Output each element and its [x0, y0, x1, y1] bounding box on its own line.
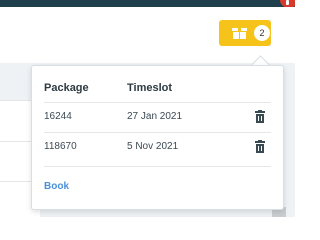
table-divider — [44, 132, 271, 133]
table-row: 118670 5 Nov 2021 — [44, 134, 271, 160]
package-column-header: Package — [44, 82, 89, 94]
table-row: 16244 27 Jan 2021 — [44, 104, 271, 130]
book-link[interactable]: Book — [44, 181, 69, 192]
delete-item-button[interactable] — [254, 140, 266, 153]
top-navigation-bar — [0, 0, 295, 7]
timeslot-date: 27 Jan 2021 — [127, 111, 183, 122]
page: 2 Package Timeslot 16244 27 Jan 2021 118… — [0, 0, 295, 217]
basket-popover: Package Timeslot 16244 27 Jan 2021 11867… — [31, 65, 284, 210]
table-divider — [44, 102, 271, 103]
timeslot-date: 5 Nov 2021 — [127, 141, 179, 152]
basket-button[interactable]: 2 — [219, 20, 271, 46]
trash-icon — [255, 140, 265, 153]
basket-count-badge: 2 — [254, 25, 270, 41]
package-id: 118670 — [44, 141, 77, 152]
table-divider — [44, 166, 271, 167]
package-id: 16244 — [44, 111, 72, 122]
package-icon — [232, 27, 247, 39]
timeslot-column-header: Timeslot — [127, 82, 173, 94]
trash-icon — [255, 110, 265, 123]
delete-item-button[interactable] — [254, 110, 266, 123]
